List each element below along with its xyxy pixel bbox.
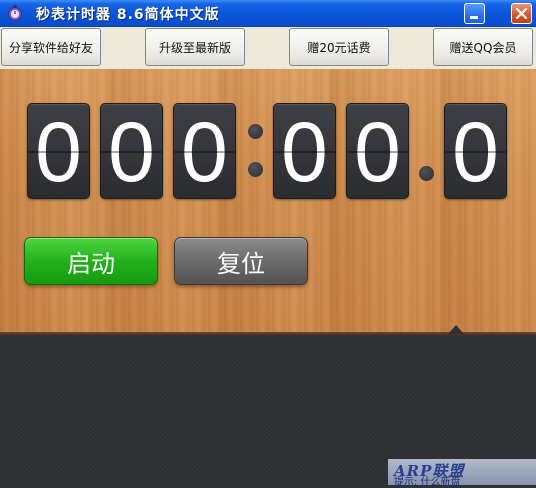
hour-digit: 0 bbox=[100, 103, 163, 199]
toolbar: 分享软件给好友 升级至最新版 赠20元话费 赠送QQ会员 bbox=[0, 27, 536, 69]
window-title: 秒表计时器 8.6简体中文版 bbox=[36, 7, 220, 23]
share-software-button[interactable]: 分享软件给好友 bbox=[1, 28, 101, 66]
start-button[interactable]: 启动 bbox=[24, 237, 158, 285]
watermark-subtext: 提示: 什么新盘 bbox=[394, 477, 461, 488]
qq-member-gift-button[interactable]: 赠送QQ会员 bbox=[433, 28, 533, 66]
stopwatch-app-icon bbox=[8, 5, 22, 21]
panel-notch bbox=[448, 325, 464, 334]
hour-digit: 0 bbox=[173, 103, 236, 199]
minimize-button[interactable] bbox=[464, 3, 485, 24]
colon-dot bbox=[248, 162, 263, 177]
title-bar[interactable]: 秒表计时器 8.6简体中文版 bbox=[0, 0, 536, 28]
minute-digit: 0 bbox=[346, 103, 409, 199]
phone-credit-gift-button[interactable]: 赠20元话费 bbox=[289, 28, 389, 66]
decimal-point bbox=[419, 166, 434, 181]
hour-digit: 0 bbox=[27, 103, 90, 199]
watermark: ARP联盟 提示: 什么新盘 bbox=[388, 459, 536, 488]
colon-dot bbox=[248, 124, 263, 139]
reset-button[interactable]: 复位 bbox=[174, 237, 308, 285]
tenths-digit: 0 bbox=[444, 103, 507, 199]
close-icon bbox=[515, 7, 528, 20]
minute-digit: 0 bbox=[273, 103, 336, 199]
close-button[interactable] bbox=[511, 3, 532, 24]
upgrade-button[interactable]: 升级至最新版 bbox=[145, 28, 245, 66]
